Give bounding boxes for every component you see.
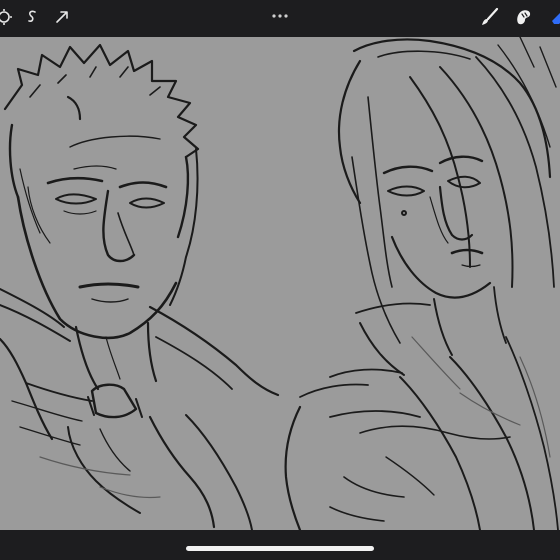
- more-dots-icon[interactable]: [270, 5, 290, 18]
- drawing-canvas[interactable]: [0, 37, 560, 530]
- sketch-artwork: [0, 37, 559, 530]
- smudge-icon[interactable]: [512, 5, 536, 29]
- top-toolbar: [0, 0, 560, 37]
- bottom-bar: [0, 530, 560, 560]
- actions-icon[interactable]: [0, 5, 16, 29]
- selection-icon[interactable]: [20, 5, 44, 29]
- eraser-icon[interactable]: [546, 5, 560, 29]
- brush-icon[interactable]: [478, 5, 502, 29]
- home-indicator[interactable]: [186, 546, 374, 551]
- transform-icon[interactable]: [50, 5, 74, 29]
